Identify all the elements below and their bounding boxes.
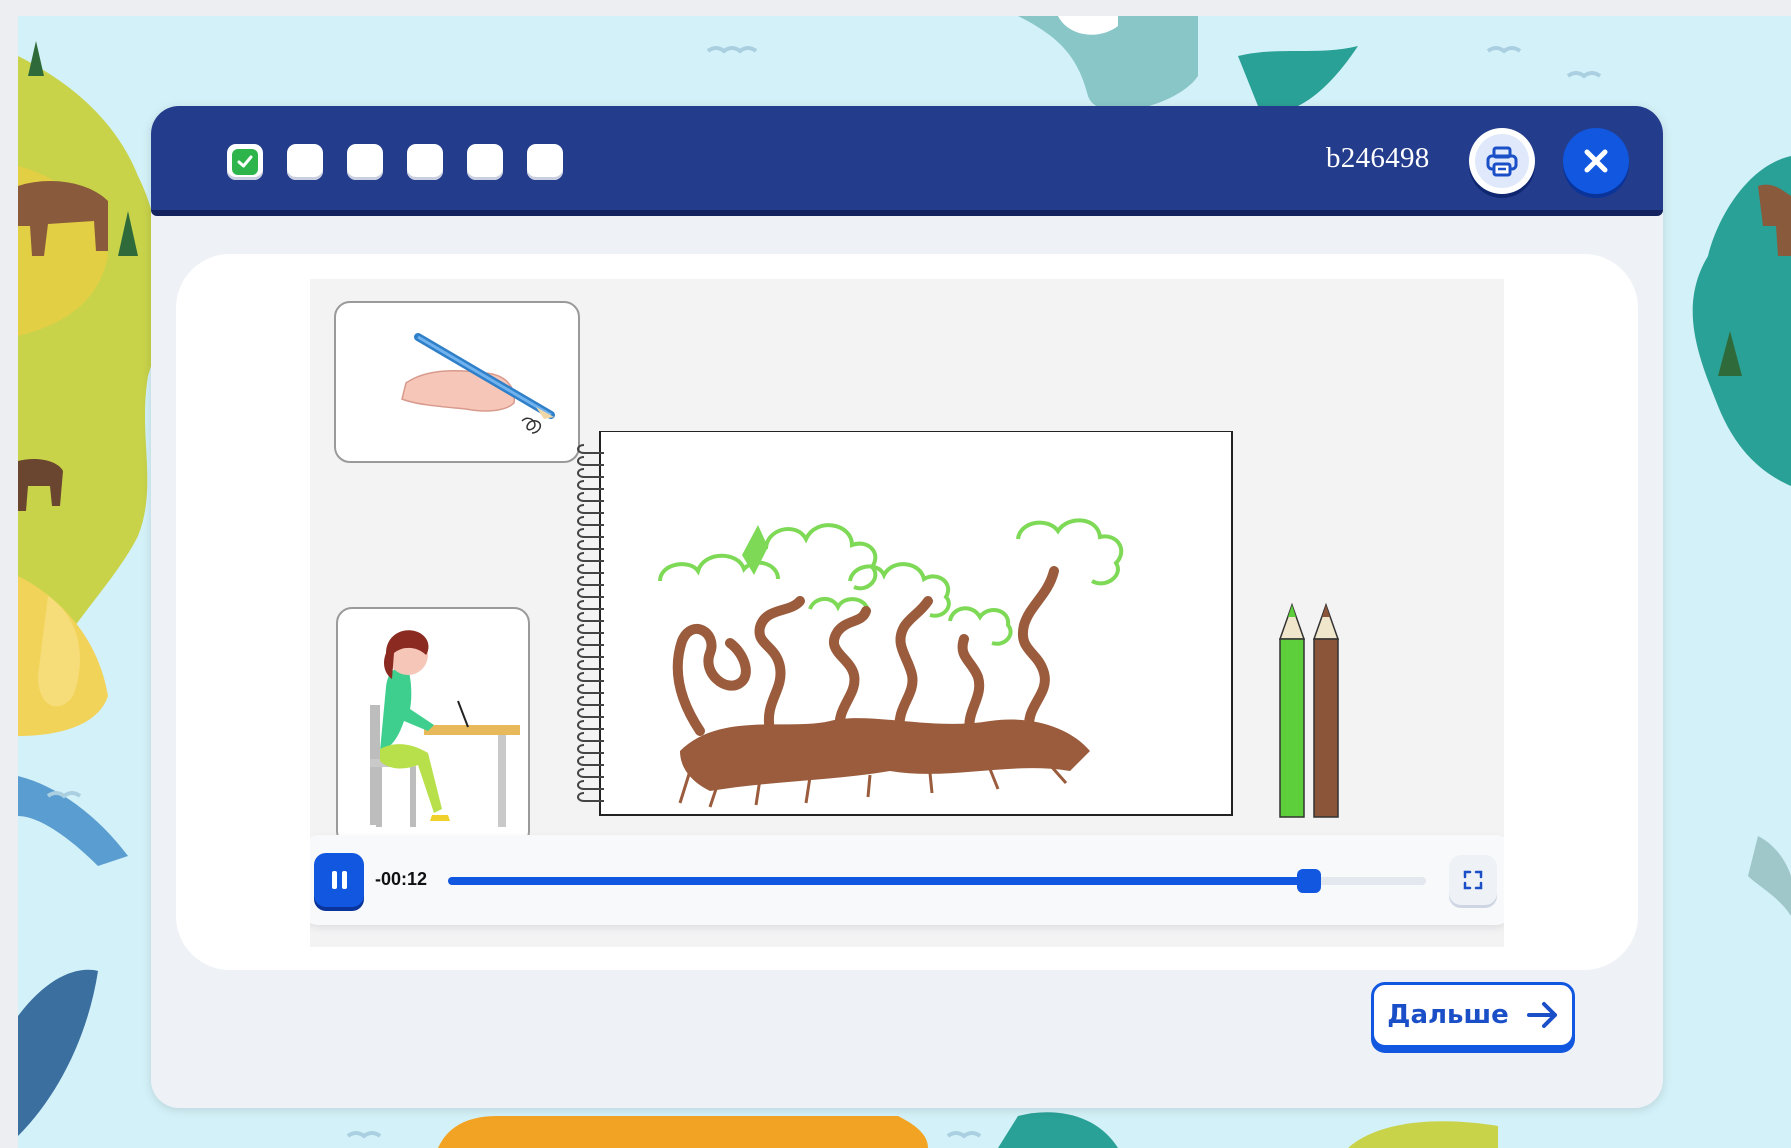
fullscreen-icon — [1463, 870, 1483, 890]
close-icon — [1584, 149, 1608, 173]
checkmark-icon — [232, 149, 258, 175]
pause-button[interactable] — [314, 853, 364, 907]
fullscreen-button[interactable] — [1449, 855, 1497, 905]
exercise-modal: b246498 -00:12 Дальше — [151, 106, 1663, 1108]
step-6[interactable] — [527, 144, 563, 180]
next-button-label: Дальше — [1387, 1000, 1509, 1030]
girl-drawing-thumbnail — [336, 607, 530, 847]
exercise-code: b246498 — [1326, 142, 1430, 174]
progress-fill — [448, 877, 1309, 885]
step-1-complete[interactable] — [227, 144, 263, 180]
progress-track[interactable] — [448, 869, 1426, 893]
pause-icon-bar — [341, 871, 347, 889]
close-button[interactable] — [1563, 128, 1629, 194]
printer-icon — [1475, 134, 1529, 188]
step-4[interactable] — [407, 144, 443, 180]
print-button[interactable] — [1469, 128, 1535, 194]
step-indicators — [227, 144, 563, 180]
step-5[interactable] — [467, 144, 503, 180]
arrow-right-icon — [1526, 1002, 1557, 1028]
step-3[interactable] — [347, 144, 383, 180]
video-controls: -00:12 — [310, 835, 1504, 925]
pause-icon — [331, 871, 337, 889]
video-player[interactable]: -00:12 — [310, 279, 1504, 947]
sketchbook-drawing — [570, 430, 1234, 817]
time-remaining: -00:12 — [375, 869, 428, 889]
modal-header: b246498 — [151, 106, 1663, 216]
content-card: -00:12 — [176, 254, 1638, 970]
next-button[interactable]: Дальше — [1371, 982, 1575, 1048]
pencils — [1270, 599, 1350, 819]
step-2[interactable] — [287, 144, 323, 180]
hand-drawing-thumbnail — [334, 301, 580, 463]
progress-handle[interactable] — [1296, 869, 1321, 893]
